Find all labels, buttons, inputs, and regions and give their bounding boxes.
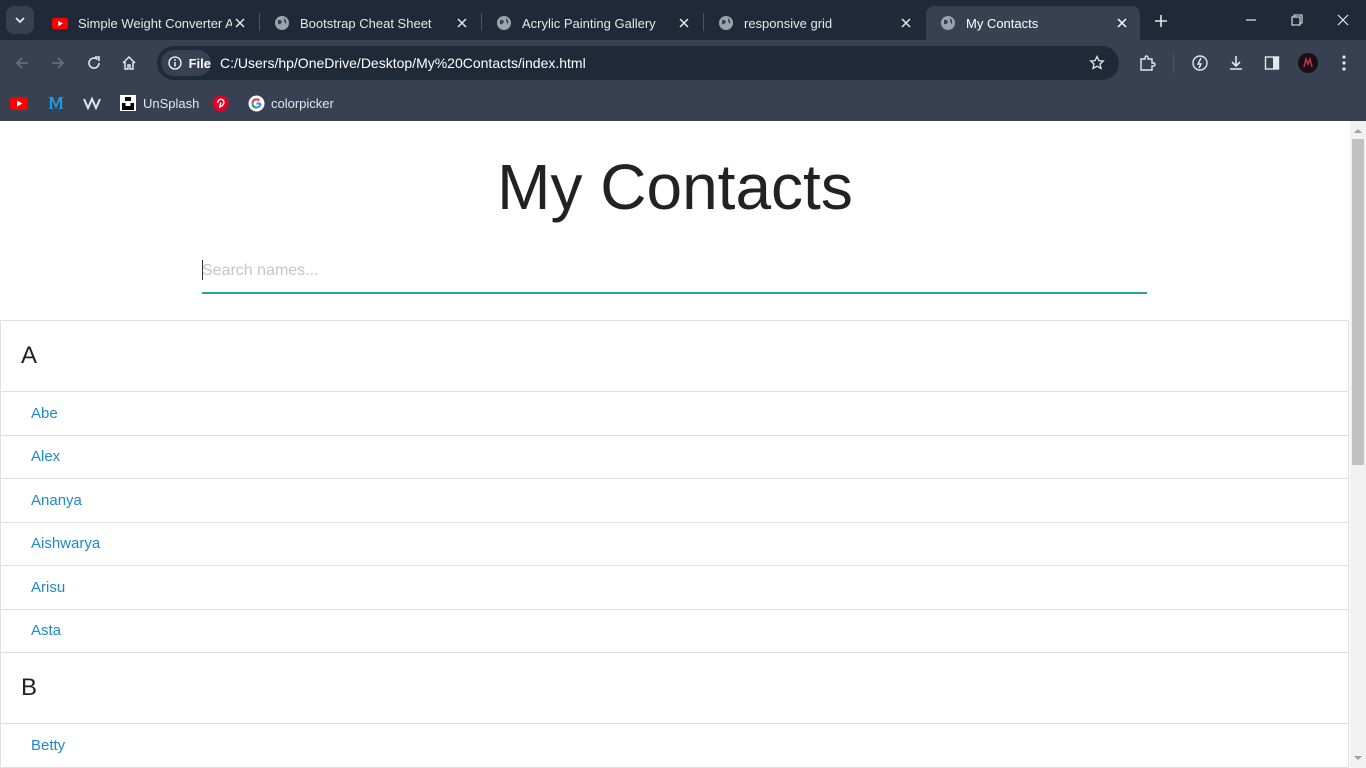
tab-responsive-grid[interactable]: responsive grid xyxy=(704,6,924,40)
more-vertical-icon xyxy=(1342,55,1346,71)
reload-icon xyxy=(88,56,100,69)
bookmarks-bar: UnSplash colorpicker xyxy=(0,86,1366,121)
tab-title: Bootstrap Cheat Sheet xyxy=(300,15,432,31)
list-item[interactable]: Arisu xyxy=(1,566,1348,610)
star-icon xyxy=(1089,55,1105,70)
bookmark-youtube[interactable] xyxy=(10,92,28,114)
pinterest-icon xyxy=(211,94,229,112)
scroll-up-arrow[interactable] xyxy=(1350,123,1366,139)
group-header-b: B xyxy=(1,653,1348,724)
text-cursor xyxy=(202,260,203,280)
minimize-icon xyxy=(1246,19,1256,21)
url-text[interactable]: C:/Users/hp/OneDrive/Desktop/My%20Contac… xyxy=(220,55,586,71)
contacts-list: A Abe Alex Ananya Aishwarya Arisu Asta B… xyxy=(0,320,1349,768)
close-icon[interactable] xyxy=(454,15,470,31)
chevron-down-icon xyxy=(15,17,25,24)
avatar xyxy=(1298,53,1318,73)
bookmark-label: UnSplash xyxy=(143,95,200,111)
search-input[interactable] xyxy=(202,250,1147,294)
restore-icon xyxy=(1291,14,1303,26)
scrollbar-thumb[interactable] xyxy=(1352,139,1364,465)
google-icon xyxy=(247,94,265,112)
restore-button[interactable] xyxy=(1274,0,1320,40)
arrow-right-icon xyxy=(52,57,65,69)
reload-button[interactable] xyxy=(80,49,108,77)
close-icon[interactable] xyxy=(1114,15,1130,31)
minimize-button[interactable] xyxy=(1228,0,1274,40)
tab-my-contacts[interactable]: My Contacts xyxy=(926,6,1140,40)
tab-acrylic-painting-gallery[interactable]: Acrylic Painting Gallery xyxy=(482,6,702,40)
close-icon[interactable] xyxy=(676,15,692,31)
tab-search-button[interactable] xyxy=(6,6,34,34)
close-icon[interactable] xyxy=(232,15,248,31)
list-item[interactable]: Ananya xyxy=(1,479,1348,523)
extensions-button[interactable] xyxy=(1135,51,1159,75)
site-info-label: File xyxy=(188,55,211,71)
downloads-button[interactable] xyxy=(1224,51,1248,75)
bookmark-medium[interactable] xyxy=(47,92,65,114)
list-item[interactable]: Abe xyxy=(1,392,1348,436)
list-item[interactable]: Aishwarya xyxy=(1,523,1348,566)
tab-title: responsive grid xyxy=(744,15,833,31)
list-item[interactable]: Betty xyxy=(1,724,1348,768)
globe-icon xyxy=(274,15,290,31)
group-header-a: A xyxy=(1,321,1348,392)
medium-icon xyxy=(47,94,65,112)
toolbar-divider xyxy=(1173,53,1174,73)
side-panel-button[interactable] xyxy=(1260,51,1284,75)
youtube-icon xyxy=(10,94,28,112)
plus-icon xyxy=(1155,15,1167,27)
forward-button[interactable] xyxy=(44,49,72,77)
back-button[interactable] xyxy=(8,49,36,77)
scroll-down-arrow[interactable] xyxy=(1350,750,1366,766)
speedometer-icon xyxy=(1192,55,1208,71)
home-button[interactable] xyxy=(115,49,143,77)
performance-button[interactable] xyxy=(1188,51,1212,75)
home-icon xyxy=(122,55,136,70)
info-icon xyxy=(167,55,183,71)
tab-title: Acrylic Painting Gallery xyxy=(522,15,656,31)
arrow-left-icon xyxy=(15,57,28,69)
address-bar[interactable]: File C:/Users/hp/OneDrive/Desktop/My%20C… xyxy=(157,46,1119,80)
bookmark-colorpicker[interactable]: colorpicker xyxy=(247,92,334,114)
globe-icon xyxy=(496,15,512,31)
page-title: My Contacts xyxy=(497,151,853,223)
unsplash-icon xyxy=(119,94,137,112)
tab-title: My Contacts xyxy=(966,15,1039,31)
bookmark-unsplash[interactable]: UnSplash xyxy=(119,92,199,114)
close-icon[interactable] xyxy=(898,15,914,31)
tab-title: Simple Weight Converter Ap xyxy=(78,15,232,31)
bookmark-pinterest[interactable] xyxy=(211,92,229,114)
bookmark-star-button[interactable] xyxy=(1087,53,1107,73)
tab-strip: Simple Weight Converter Ap Bootstrap Che… xyxy=(0,0,1366,40)
site-info-chip[interactable]: File xyxy=(161,50,211,76)
tab-weight-converter[interactable]: Simple Weight Converter Ap xyxy=(38,6,258,40)
bookmark-webflow[interactable] xyxy=(83,92,101,114)
download-icon xyxy=(1230,56,1242,70)
close-icon xyxy=(1337,14,1349,26)
youtube-icon xyxy=(52,15,68,31)
caret-down-icon xyxy=(1354,756,1362,760)
menu-button[interactable] xyxy=(1332,51,1356,75)
bookmark-label: colorpicker xyxy=(271,95,334,111)
puzzle-icon xyxy=(1140,55,1156,71)
list-item[interactable]: Alex xyxy=(1,436,1348,479)
page-scrollbar[interactable] xyxy=(1350,121,1366,768)
browser-toolbar: File C:/Users/hp/OneDrive/Desktop/My%20C… xyxy=(0,40,1366,86)
globe-icon xyxy=(940,15,956,31)
close-window-button[interactable] xyxy=(1320,0,1366,40)
caret-up-icon xyxy=(1354,129,1362,133)
page-viewport: My Contacts A Abe Alex Ananya Aishwarya … xyxy=(0,121,1350,768)
tab-bootstrap-cheat-sheet[interactable]: Bootstrap Cheat Sheet xyxy=(260,6,480,40)
profile-button[interactable] xyxy=(1296,51,1320,75)
globe-icon xyxy=(718,15,734,31)
list-item[interactable]: Asta xyxy=(1,610,1348,653)
side-panel-icon xyxy=(1264,56,1280,70)
new-tab-button[interactable] xyxy=(1148,8,1174,34)
webflow-icon xyxy=(83,94,101,112)
